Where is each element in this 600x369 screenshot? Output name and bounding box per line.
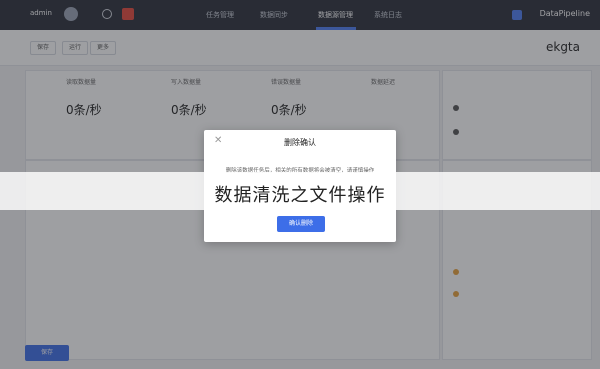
- title-banner: 数据清洗之文件操作: [0, 172, 600, 210]
- dialog-title: 删除确认: [284, 138, 316, 147]
- dialog-confirm-button[interactable]: 确认删除: [277, 216, 325, 232]
- banner-title: 数据清洗之文件操作: [214, 185, 386, 206]
